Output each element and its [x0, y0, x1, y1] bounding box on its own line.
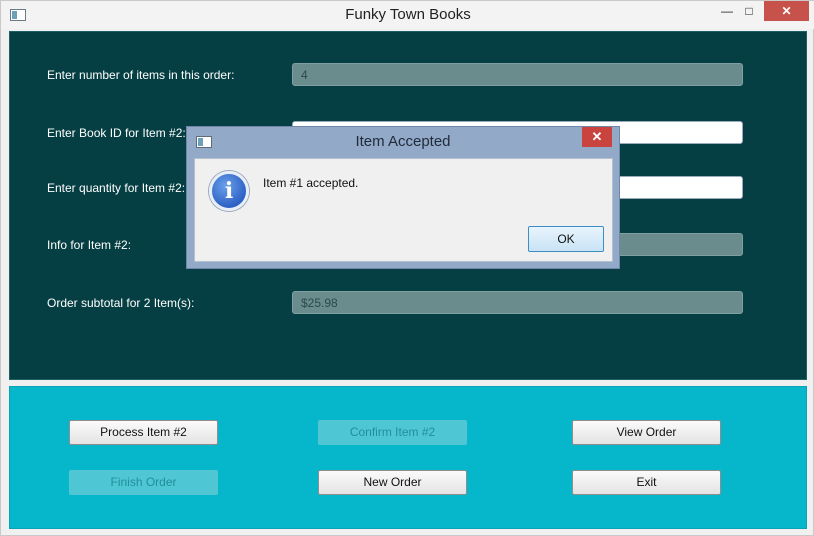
- item-info-label: Info for Item #2:: [47, 238, 132, 252]
- dialog-message: Item #1 accepted.: [263, 176, 359, 190]
- view-order-button[interactable]: View Order: [572, 420, 721, 445]
- ok-button[interactable]: OK: [528, 226, 604, 252]
- finish-order-button[interactable]: Finish Order: [69, 470, 218, 495]
- title-bar[interactable]: Funky Town Books — □ ✕: [1, 1, 814, 29]
- subtotal-label: Order subtotal for 2 Item(s):: [47, 296, 195, 310]
- subtotal-field: $25.98: [292, 291, 743, 314]
- new-order-button[interactable]: New Order: [318, 470, 467, 495]
- dialog-title: Item Accepted: [355, 133, 451, 150]
- item-accepted-dialog: Item Accepted ✕ i Item #1 accepted. OK: [186, 126, 620, 269]
- items-count-label: Enter number of items in this order:: [47, 68, 235, 82]
- dialog-close-button[interactable]: ✕: [582, 127, 612, 147]
- dialog-body: i Item #1 accepted. OK: [194, 158, 613, 262]
- window-title: Funky Town Books: [345, 6, 471, 23]
- exit-button[interactable]: Exit: [572, 470, 721, 495]
- close-button[interactable]: ✕: [764, 1, 809, 21]
- app-window: Funky Town Books — □ ✕ Enter number of i…: [0, 0, 814, 536]
- info-icon: i: [209, 171, 249, 211]
- book-id-label: Enter Book ID for Item #2:: [47, 126, 186, 140]
- items-count-field: 4: [292, 63, 743, 86]
- confirm-item-button[interactable]: Confirm Item #2: [318, 420, 467, 445]
- process-item-button[interactable]: Process Item #2: [69, 420, 218, 445]
- quantity-label: Enter quantity for Item #2:: [47, 181, 186, 195]
- action-buttons-panel: Process Item #2 Confirm Item #2 View Ord…: [9, 386, 807, 529]
